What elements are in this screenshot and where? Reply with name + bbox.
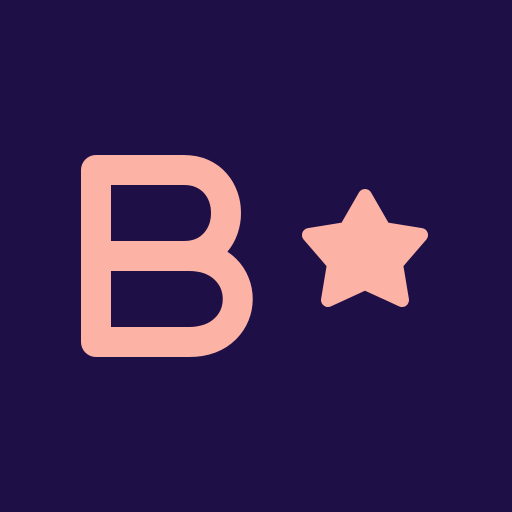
app-icon <box>0 0 512 512</box>
app-icon-graphic <box>0 0 512 512</box>
icon-background <box>0 0 512 512</box>
